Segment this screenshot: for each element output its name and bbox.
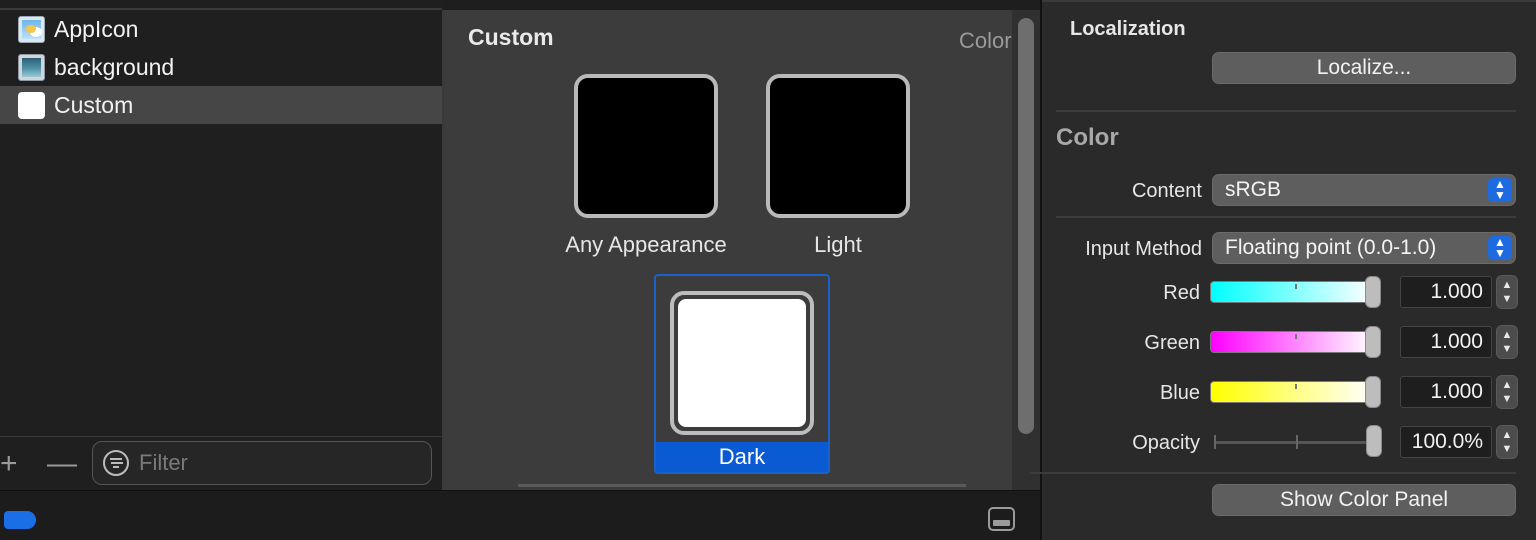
blue-value-field[interactable]: 1.000 xyxy=(1400,376,1492,408)
canvas-title: Custom xyxy=(468,24,554,50)
content-value: sRGB xyxy=(1225,178,1282,201)
scrollbar-thumb[interactable] xyxy=(1018,18,1034,434)
slider-track xyxy=(1214,441,1370,444)
divider xyxy=(518,484,966,487)
color-swatch-thumbnail-icon xyxy=(18,91,45,119)
color-well xyxy=(582,82,710,210)
color-section-heading: Color xyxy=(1056,124,1119,151)
asset-list-footer: + — xyxy=(0,436,442,490)
asset-list: AppIcon background Custom + — xyxy=(0,0,442,490)
asset-kind-label: Color Set xyxy=(959,28,1012,53)
filter-field[interactable] xyxy=(92,441,432,485)
asset-name: AppIcon xyxy=(54,15,139,42)
content-label: Content xyxy=(1131,180,1202,202)
green-slider[interactable] xyxy=(1210,326,1381,358)
slider-tick xyxy=(1295,384,1297,389)
chevron-updown-icon: ▲ ▼ xyxy=(1488,178,1512,202)
swatch-light[interactable] xyxy=(766,74,910,218)
asset-row-appicon[interactable]: AppIcon xyxy=(0,10,442,48)
localize-button[interactable]: Localize... xyxy=(1212,52,1516,84)
status-bar xyxy=(0,490,1040,540)
asset-row-custom[interactable]: Custom xyxy=(0,86,442,124)
attributes-inspector: Localization Localize... Color Content s… xyxy=(1030,0,1536,540)
swatch-any-appearance[interactable] xyxy=(574,74,718,218)
blue-label: Blue xyxy=(1159,382,1200,404)
remove-asset-button[interactable]: — xyxy=(47,445,77,483)
opacity-slider[interactable] xyxy=(1210,425,1382,457)
slider-tick xyxy=(1295,284,1297,289)
show-color-panel-button[interactable]: Show Color Panel xyxy=(1212,484,1516,516)
blue-stepper[interactable]: ▲ ▼ xyxy=(1496,375,1518,409)
asset-name: background xyxy=(54,53,175,80)
opacity-value-field[interactable]: 100.0% xyxy=(1400,426,1492,458)
red-stepper[interactable]: ▲ ▼ xyxy=(1496,275,1518,309)
slider-tick xyxy=(1295,334,1297,339)
color-well-fill xyxy=(678,299,806,427)
asset-canvas: Custom Color Set Any Appearance Light Da… xyxy=(444,10,1012,490)
input-method-label: Input Method xyxy=(1085,238,1202,260)
chevron-updown-icon: ▲ ▼ xyxy=(1488,236,1512,260)
appicon-thumbnail-icon xyxy=(18,15,45,43)
slider-tick xyxy=(1214,435,1216,449)
color-well xyxy=(774,82,902,210)
slider-knob[interactable] xyxy=(1365,276,1381,308)
opacity-stepper[interactable]: ▲ ▼ xyxy=(1496,425,1518,459)
asset-name: Custom xyxy=(54,91,134,118)
slider-knob[interactable] xyxy=(1365,376,1381,408)
green-stepper[interactable]: ▲ ▼ xyxy=(1496,325,1518,359)
color-well xyxy=(670,291,814,435)
green-value-field[interactable]: 1.000 xyxy=(1400,326,1492,358)
swatch-dark[interactable]: Dark xyxy=(654,274,830,474)
slider-knob[interactable] xyxy=(1365,326,1381,358)
panel-toggle-icon[interactable] xyxy=(988,507,1015,531)
tag-icon[interactable] xyxy=(4,511,36,529)
filter-input[interactable] xyxy=(137,449,417,477)
opacity-label: Opacity xyxy=(1132,432,1200,454)
divider xyxy=(1042,0,1536,2)
red-label: Red xyxy=(1163,282,1200,304)
content-popup[interactable]: sRGB ▲ ▼ xyxy=(1212,174,1516,206)
input-method-value: Floating point (0.0-1.0) xyxy=(1225,236,1437,259)
localization-heading: Localization xyxy=(1070,18,1186,40)
asset-row-background[interactable]: background xyxy=(0,48,442,86)
blue-slider[interactable] xyxy=(1210,376,1381,408)
slider-knob[interactable] xyxy=(1366,425,1382,457)
swatch-label-light: Light xyxy=(814,232,862,257)
filter-icon xyxy=(103,450,129,476)
swatch-label-dark: Dark xyxy=(656,442,828,472)
divider xyxy=(1030,472,1516,474)
red-slider[interactable] xyxy=(1210,276,1381,308)
add-asset-button[interactable]: + xyxy=(0,445,18,483)
input-method-popup[interactable]: Floating point (0.0-1.0) ▲ ▼ xyxy=(1212,232,1516,264)
slider-tick xyxy=(1296,435,1298,449)
red-value-field[interactable]: 1.000 xyxy=(1400,276,1492,308)
divider xyxy=(1056,216,1516,218)
image-thumbnail-icon xyxy=(18,53,45,81)
green-label: Green xyxy=(1144,332,1200,354)
divider xyxy=(1056,110,1516,112)
